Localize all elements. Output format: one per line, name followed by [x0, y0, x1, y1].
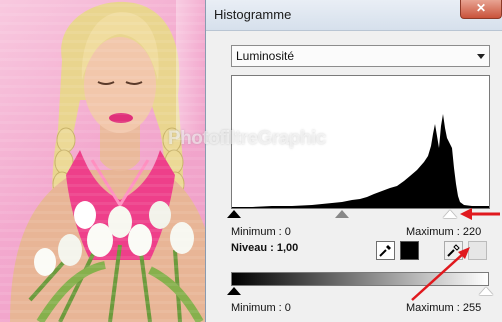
annotation-arrows [411, 208, 500, 301]
arrow-head-icon [460, 208, 472, 220]
annotation-arrow-eyedropper [411, 252, 465, 301]
